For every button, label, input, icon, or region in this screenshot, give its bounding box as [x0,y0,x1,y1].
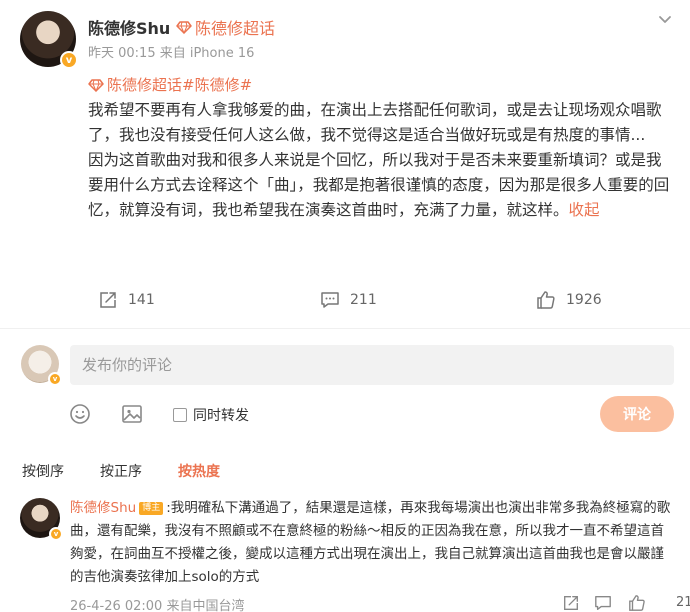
repost-icon [100,292,116,308]
diamond-icon [176,21,192,35]
repost-checkbox[interactable] [173,408,187,422]
like-count: 1926 [566,292,602,308]
like-icon [537,291,555,309]
supertopic-link[interactable]: 陈德修超话 [176,15,275,39]
post-meta: 昨天 00:15 来自 iPhone 16 [88,46,255,61]
verified-badge-icon: v [60,51,78,69]
tab-time-desc[interactable]: 按倒序 [22,461,64,481]
submit-comment-button[interactable]: 评论 [600,396,674,432]
my-avatar: v [21,345,62,386]
divider [0,328,690,329]
verified-badge-icon: v [48,372,62,386]
comment-button[interactable]: 211 [320,290,377,310]
verified-badge-icon: v [49,527,63,541]
author-name[interactable]: 陈德修Shu [88,15,170,39]
comment-input[interactable] [70,345,674,385]
comment-count: 211 [350,292,377,308]
comment-author-avatar[interactable]: v [20,498,63,541]
topic-tag[interactable]: 陈德修超话#陈德修# [88,74,252,95]
post-content: 我希望不要再有人拿我够爱的曲，在演出上去搭配任何歌词，或是去让现场观众唱歌了，我… [88,98,670,223]
repost-toggle[interactable]: 同时转发 [173,405,249,425]
comment-icon[interactable] [594,594,612,612]
like-icon[interactable] [628,594,646,612]
tab-hot[interactable]: 按热度 [178,461,220,481]
diamond-icon [88,78,104,92]
comment-author-name[interactable]: 陈德修Shu [70,500,136,516]
comment-icon [321,292,339,308]
comment-meta: 26-4-26 02:00 来自中国台湾 [70,599,245,612]
post-actions: 141 211 1926 [0,290,690,314]
comment-body: 陈德修Shu 博主:我明確私下溝通過了，結果還是這樣，再來我每場演出也演出非常多我… [70,497,675,589]
repost-button[interactable]: 141 [98,290,155,310]
image-icon[interactable] [120,402,144,426]
tab-time-asc[interactable]: 按正序 [100,461,142,481]
collapse-link[interactable]: 收起 [569,201,600,219]
comment-like-count: 212 [676,595,690,610]
author-avatar[interactable]: v [20,11,78,69]
blogger-badge: 博主 [139,502,164,515]
emoji-icon[interactable] [68,402,92,426]
repost-count: 141 [128,292,155,308]
repost-toggle-label: 同时转发 [193,408,249,424]
supertopic-label: 陈德修超话 [195,19,276,38]
like-button[interactable]: 1926 [536,290,602,310]
chevron-down-icon[interactable] [655,10,675,30]
topic-tag-label: 陈德修超话#陈德修# [107,76,253,94]
comment-actions: 212 [560,594,690,612]
repost-icon[interactable] [562,594,580,612]
post-paragraph-1: 我希望不要再有人拿我够爱的曲，在演出上去搭配任何歌词，或是去让现场观众唱歌了，我… [88,101,662,144]
post-paragraph-2: 因为这首歌曲对我和很多人来说是个回忆，所以我对于是否未来要重新填词？或是我要用什… [88,148,670,223]
